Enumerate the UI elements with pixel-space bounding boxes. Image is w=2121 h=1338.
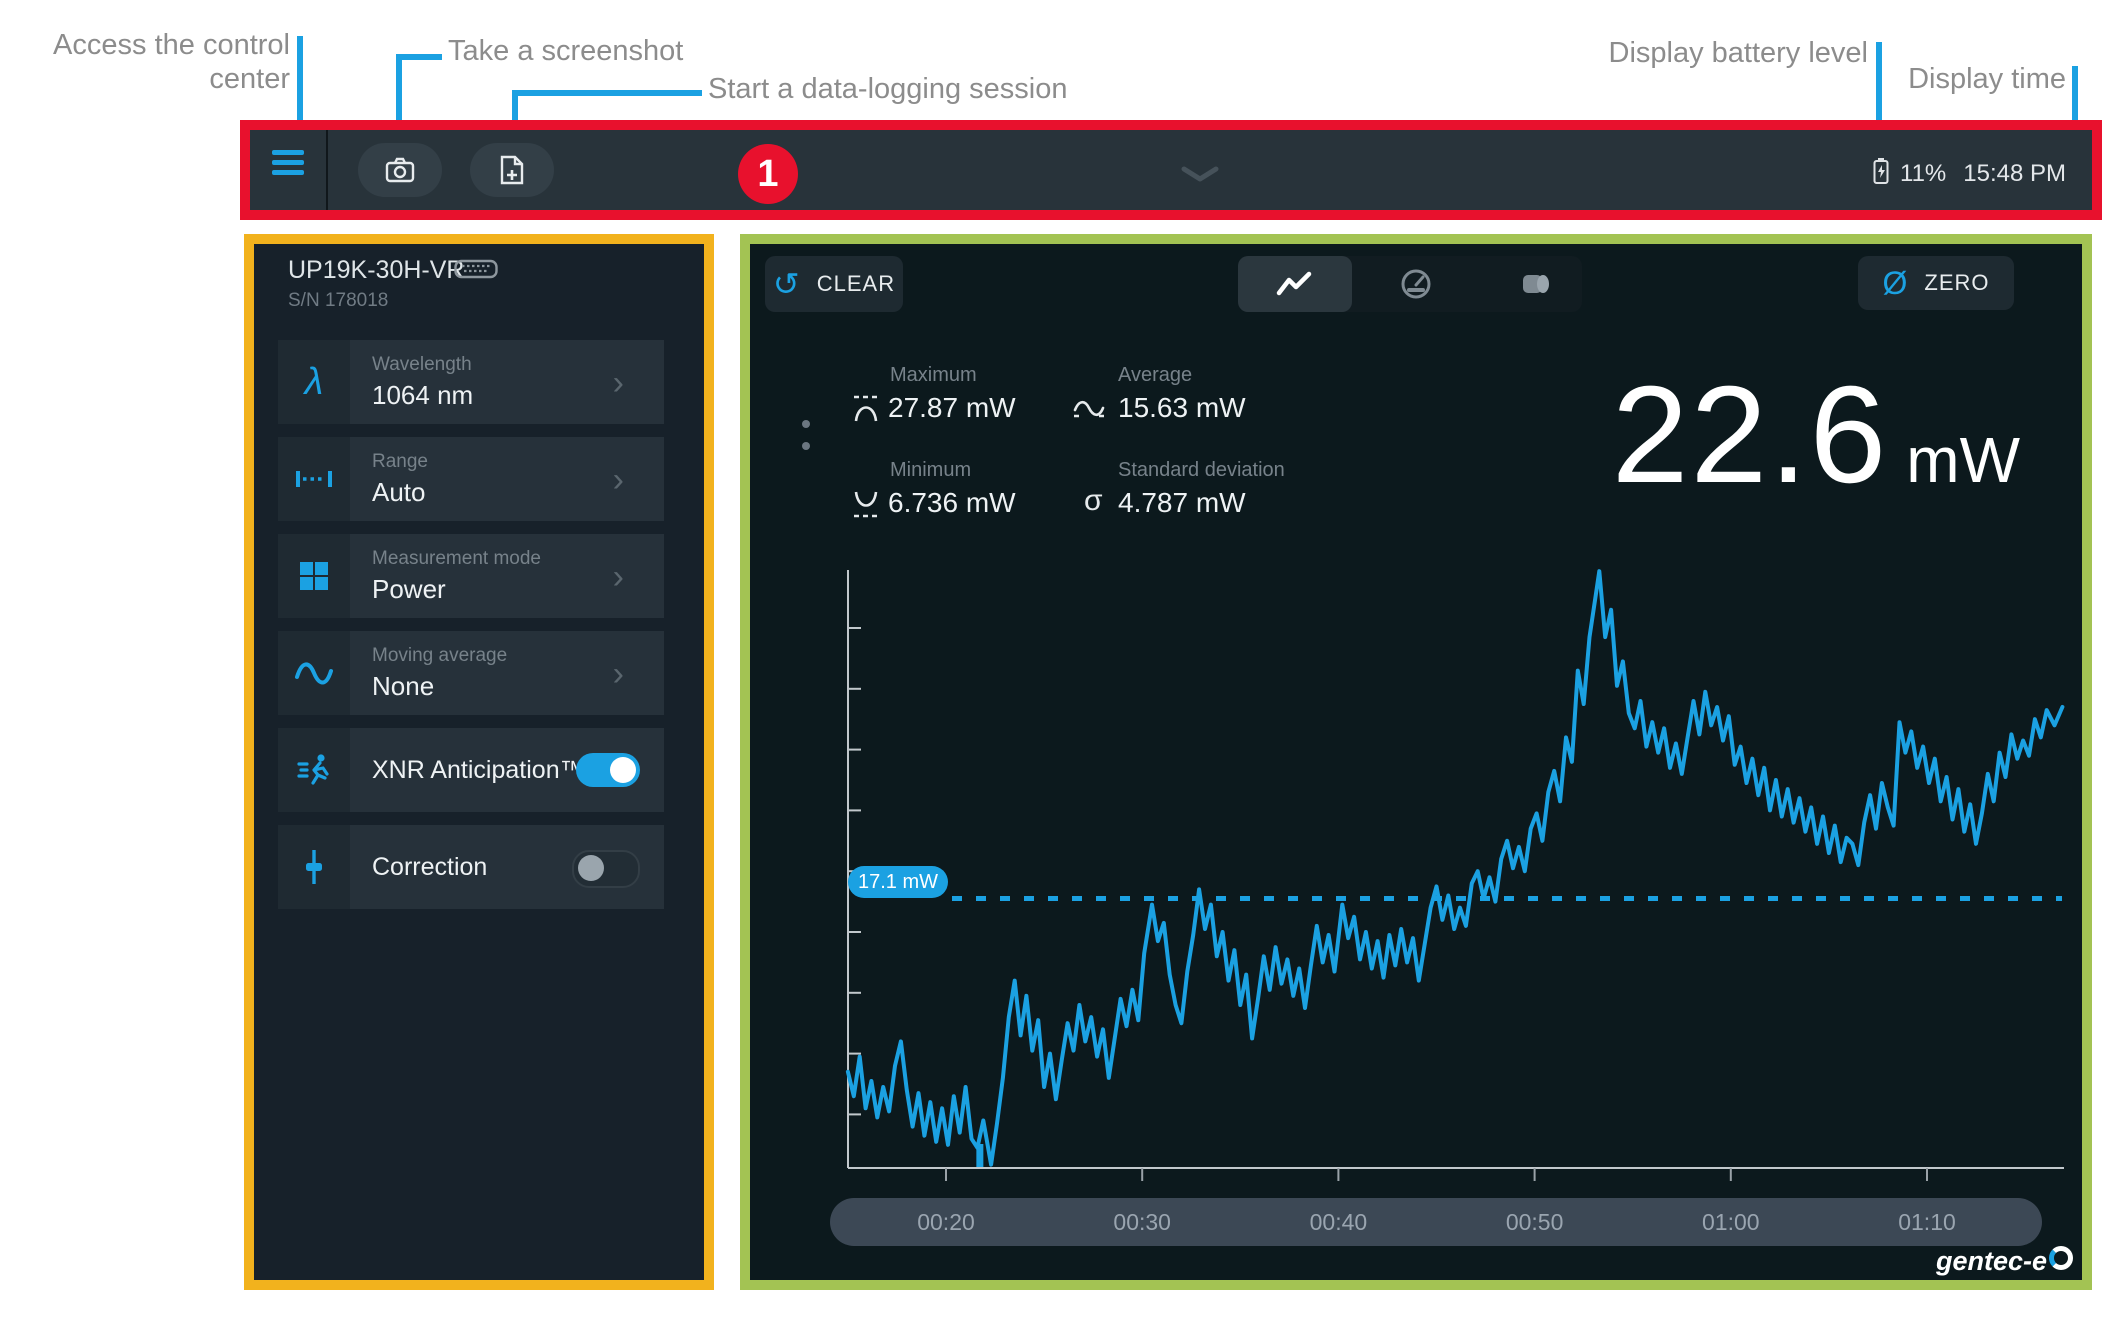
reading-unit: mW: [1906, 424, 2020, 496]
range-icon: [278, 437, 350, 521]
sidebar-item-wavelength[interactable]: λ Wavelength 1064 nm ›: [278, 340, 664, 424]
slider-icon: [278, 825, 350, 909]
stddev-value: 4.787 mW: [1118, 487, 1246, 518]
x-tick-label: 00:40: [1309, 1209, 1368, 1235]
annotation-battery: Display battery level: [1608, 37, 1869, 69]
minimum-label: Minimum: [890, 459, 972, 481]
new-log-file-icon: [500, 155, 524, 185]
chevron-right-icon: ›: [612, 655, 624, 693]
battery-percent: 11%: [1900, 160, 1947, 187]
sidebar-item-range[interactable]: Range Auto ›: [278, 437, 664, 521]
maximum-icon: [854, 395, 878, 422]
grid-icon: [278, 534, 350, 618]
zero-button[interactable]: Ø ZERO: [1858, 256, 2014, 310]
screenshot-button[interactable]: [358, 143, 442, 197]
x-tick-label: 01:10: [1898, 1209, 1956, 1235]
sigma-icon: σ: [1084, 484, 1103, 517]
average-icon: [1073, 400, 1105, 418]
callout-line-datalog-h: [512, 90, 702, 96]
sidebar-item-xnr-anticipation[interactable]: XNR Anticipation™: [278, 728, 664, 812]
sidebar-item-correction[interactable]: Correction: [278, 825, 664, 909]
average-line-badge: 17.1 mW: [848, 866, 948, 898]
chevron-right-icon: ›: [612, 461, 624, 499]
gauge-icon: [1401, 269, 1431, 299]
chevron-right-icon: ›: [612, 364, 624, 402]
x-tick-label: 00:30: [1113, 1209, 1171, 1235]
settings-sidebar: UP19K-30H-VR S/N 178018 λ Wavelength 106…: [244, 234, 714, 1290]
undo-icon: ↺: [772, 266, 801, 302]
measurement-panel: ↺ CLEAR Ø ZERO Maximum 27.87 mW Average …: [740, 234, 2092, 1290]
average-label: Average: [1118, 364, 1193, 386]
xnr-toggle[interactable]: [576, 753, 640, 787]
chevron-down-icon[interactable]: [1180, 166, 1220, 182]
clear-button[interactable]: ↺ CLEAR: [765, 256, 903, 312]
x-tick-label: 00:50: [1505, 1209, 1564, 1235]
sine-wave-icon: [278, 631, 350, 715]
topbar-separator: [326, 130, 328, 210]
runner-icon: [278, 728, 350, 812]
time-axis-scrollbar[interactable]: 00:20 00:30 00:40 00:50 01:00 01:10: [830, 1198, 2042, 1246]
average-value: 15.63 mW: [1118, 392, 1246, 423]
connector-port-icon: [454, 259, 498, 279]
clock: 15:48 PM: [1963, 160, 2066, 187]
chevron-right-icon: ›: [612, 558, 624, 596]
maximum-label: Maximum: [890, 364, 977, 386]
lambda-icon: λ: [278, 340, 350, 424]
gentec-eo-logo: gentec-e: [1936, 1246, 2074, 1277]
maximum-value: 27.87 mW: [888, 392, 1016, 423]
chart-axes: [847, 570, 2064, 1169]
live-reading: 22.6 mW: [1500, 356, 2020, 515]
annotation-control-center: Access the control center: [53, 29, 290, 95]
minimum-value: 6.736 mW: [888, 487, 1016, 518]
top-bar: 11% 15:48 PM: [240, 120, 2102, 220]
x-tick-label: 01:00: [1702, 1209, 1760, 1235]
sidebar-item-measurement-mode[interactable]: Measurement mode Power ›: [278, 534, 664, 618]
device-serial: S/N 178018: [288, 290, 389, 311]
correction-toggle[interactable]: [572, 850, 640, 888]
line-chart-icon: [1276, 271, 1312, 296]
camera-icon: [385, 157, 415, 183]
logo-o-mark: [2049, 1246, 2074, 1270]
tab-gauge-view[interactable]: [1386, 266, 1446, 302]
power-chart: 10.0 mW12.0 mW14.0 mW16.0 mW18.0 mW20.0 …: [845, 569, 2065, 1181]
page: Access the control center Take a screens…: [0, 0, 2121, 1338]
reading-value: 22.6: [1611, 358, 1889, 512]
power-series-line: [845, 569, 2065, 1167]
tab-chart-view[interactable]: [1238, 256, 1352, 312]
tab-cylinder-view[interactable]: [1506, 266, 1566, 302]
stddev-label: Standard deviation: [1118, 459, 1285, 481]
x-tick-label: 00:20: [917, 1209, 975, 1235]
datalog-button[interactable]: [470, 143, 554, 197]
device-name: UP19K-30H-VR: [288, 256, 465, 284]
stats-drag-handle[interactable]: [802, 420, 812, 456]
cylinder-icon: [1523, 275, 1549, 293]
annotation-datalog: Start a data-logging session: [708, 73, 1068, 105]
battery-icon: [1873, 158, 1889, 184]
view-tabs: [1238, 256, 1582, 312]
sidebar-item-moving-average[interactable]: Moving average None ›: [278, 631, 664, 715]
minimum-icon: [854, 491, 878, 518]
annotation-screenshot: Take a screenshot: [448, 35, 684, 67]
callout-line-screenshot-h: [396, 54, 442, 60]
zero-icon: Ø: [1882, 265, 1909, 301]
control-center-menu-button[interactable]: [272, 145, 304, 180]
annotation-time: Display time: [1908, 63, 2066, 95]
doc-badge-1: 1: [738, 144, 798, 204]
